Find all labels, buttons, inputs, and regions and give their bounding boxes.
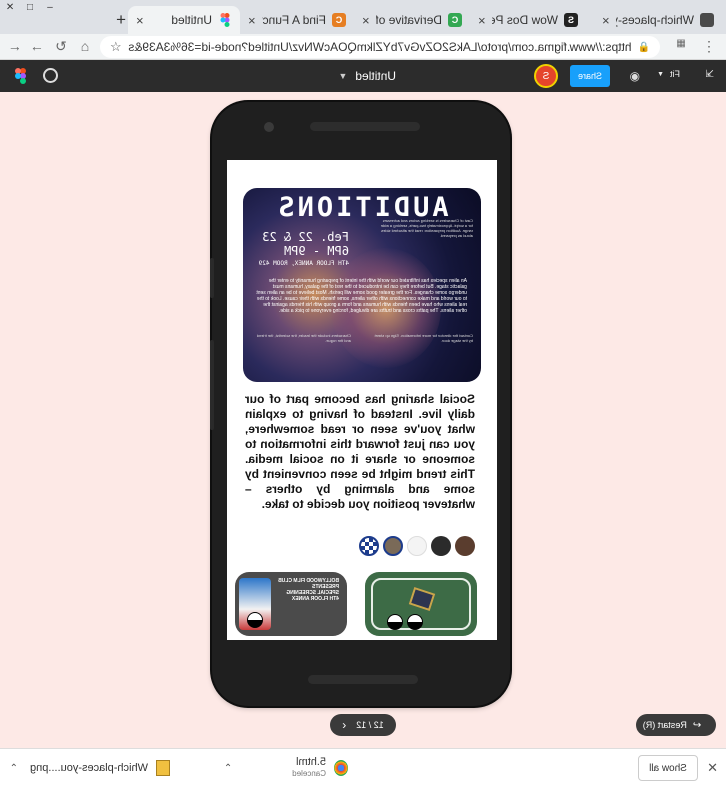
back-icon[interactable]: ← <box>6 38 24 54</box>
film-club-card[interactable]: BOLLYWOOD FILM CLUB PRESENTS SPECIAL SCR… <box>235 572 347 636</box>
download-item[interactable]: 5.html Canceled ⌃ <box>224 755 348 781</box>
photo-icon[interactable] <box>383 536 403 556</box>
tab-wow-people[interactable]: S Wow Dos People × <box>470 6 586 34</box>
new-tab-button[interactable]: + <box>116 10 126 30</box>
tab-label: Which-places-you... <box>616 13 694 27</box>
tab-derivative[interactable]: C Derivative of x^2 × <box>354 6 470 34</box>
poster-foot-right: Characters include the leader, the scien… <box>256 333 351 343</box>
download-item[interactable]: Which-places-you....png ⌃ <box>10 755 170 781</box>
download-shelf: Which-places-you....png ⌃ 5.html Cancele… <box>0 748 726 786</box>
film-club-text: BOLLYWOOD FILM CLUB PRESENTS SPECIAL SCR… <box>278 578 339 602</box>
chevron-up-icon[interactable]: ⌃ <box>224 763 232 774</box>
yin-yang-icon <box>387 614 403 630</box>
figma-icon <box>218 13 232 27</box>
poster-col-left: Cast of Characters is seeking actors and… <box>380 218 473 238</box>
chevron-left-icon[interactable]: ‹ <box>342 718 346 732</box>
circuit-card[interactable] <box>365 572 477 636</box>
forward-icon[interactable]: → <box>28 38 46 54</box>
site-favicon-icon: C <box>332 13 346 27</box>
address-bar[interactable]: 🔒 https://www.figma.com/proto/LAkS2OZvGv… <box>100 36 660 58</box>
volume-button <box>210 258 214 298</box>
minimize-icon[interactable]: – <box>40 0 60 14</box>
avatar[interactable]: S <box>534 64 558 88</box>
page-indicator: 12 / 12 <box>356 720 384 730</box>
close-icon[interactable]: ✕ <box>707 760 718 776</box>
chevron-down-icon: ▼ <box>657 70 664 78</box>
reload-icon[interactable]: ↻ <box>52 38 70 55</box>
chevron-down-icon: ▼ <box>338 71 348 81</box>
url-text: https://www.figma.com/proto/LAkS2OZvGv7b… <box>127 40 632 54</box>
close-window-icon[interactable]: ✕ <box>0 0 20 14</box>
figma-toolbar: Untitled ▼ S Share ◉ Fit ▼ ⇲ <box>0 60 726 92</box>
poster-body: An alien species has infiltrated our wor… <box>256 278 467 314</box>
yin-yang-icon <box>247 612 263 628</box>
chevron-up-icon[interactable]: ⌃ <box>10 763 18 774</box>
bottom-grill <box>308 675 418 684</box>
download-status: Canceled <box>292 769 326 778</box>
tab-untitled[interactable]: Untitled × <box>128 6 240 34</box>
person-avatar-icon[interactable] <box>455 536 475 556</box>
eye-icon[interactable]: ◉ <box>630 69 640 83</box>
power-button <box>210 340 214 430</box>
checker-icon[interactable] <box>359 536 379 556</box>
close-icon[interactable]: × <box>478 13 486 28</box>
poster-location: 4TH FLOOR ANNEX, ROOM 429 <box>258 260 349 267</box>
download-info: 5.html Canceled <box>292 756 326 780</box>
tab-label: Wow Dos People <box>492 13 558 27</box>
home-icon[interactable]: ⌂ <box>76 38 94 54</box>
share-button[interactable]: Share <box>570 65 610 87</box>
close-icon[interactable]: × <box>602 13 610 28</box>
article-text: Social sharing has become part of our da… <box>245 392 475 511</box>
restart-button[interactable]: ↩ Restart (R) <box>636 714 716 736</box>
show-all-button[interactable]: Show all <box>638 755 698 781</box>
expand-icon[interactable]: ⇲ <box>706 69 714 80</box>
zoom-fit-dropdown[interactable]: Fit ▼ <box>657 69 680 79</box>
file-title-label: Untitled <box>355 69 396 83</box>
bookmark-star-icon[interactable]: ☆ <box>110 39 122 55</box>
poster-date-line: Feb. 22 & 23 <box>262 230 349 244</box>
feather-icon[interactable] <box>407 536 427 556</box>
tab-label: Find A Function <box>262 13 326 27</box>
icon-row <box>359 536 475 558</box>
file-icon <box>700 13 714 27</box>
lock-icon: 🔒 <box>637 41 650 53</box>
image-file-icon <box>156 760 170 776</box>
download-name: 5.html <box>296 756 326 768</box>
restart-icon: ↩ <box>692 719 702 731</box>
chrome-icon <box>334 760 348 776</box>
restore-icon[interactable]: □ <box>20 0 40 14</box>
window-controls: – □ ✕ <box>0 0 60 14</box>
camera-icon <box>264 122 274 132</box>
site-favicon-icon: S <box>564 13 578 27</box>
browser-toolbar: ← → ↻ ⌂ 🔒 https://www.figma.com/proto/LA… <box>0 34 726 60</box>
poster-time-line: 6PM - 9PM <box>283 244 349 258</box>
poster-date: Feb. 22 & 23 6PM - 9PM <box>262 230 349 258</box>
figma-logo-icon[interactable] <box>15 68 26 84</box>
yin-yang-icon <box>407 614 423 630</box>
poster-foot-left: Contact the director for more informatio… <box>374 333 474 343</box>
fit-label: Fit <box>670 69 680 79</box>
close-icon[interactable]: × <box>362 13 370 28</box>
close-icon[interactable]: × <box>136 13 144 28</box>
restart-label: Restart (R) <box>642 720 687 730</box>
file-title[interactable]: Untitled ▼ <box>338 69 396 83</box>
close-icon[interactable]: × <box>248 13 256 28</box>
auditions-poster[interactable]: AUDITIONS Feb. 22 & 23 6PM - 9PM 4TH FLO… <box>243 188 481 382</box>
tab-strip: – □ ✕ Which-places-you... × S Wow Dos Pe… <box>0 0 726 34</box>
comment-icon[interactable] <box>43 68 58 83</box>
speaker-grill <box>310 122 420 131</box>
download-name: Which-places-you....png <box>30 762 148 774</box>
extension-icon[interactable]: ▦ <box>672 38 690 49</box>
tab-find-function[interactable]: C Find A Function × <box>240 6 354 34</box>
prototype-screen[interactable]: AUDITIONS Feb. 22 & 23 6PM - 9PM 4TH FLO… <box>227 160 497 640</box>
page-navigator[interactable]: 12 / 12 ‹ <box>330 714 396 736</box>
person-avatar-icon[interactable] <box>431 536 451 556</box>
menu-icon[interactable]: ⋮ <box>700 38 718 55</box>
site-favicon-icon: C <box>448 13 462 27</box>
tab-label: Derivative of x^2 <box>375 13 442 27</box>
tab-label: Untitled <box>171 13 212 27</box>
tab-which-places[interactable]: Which-places-you... × <box>594 6 722 34</box>
